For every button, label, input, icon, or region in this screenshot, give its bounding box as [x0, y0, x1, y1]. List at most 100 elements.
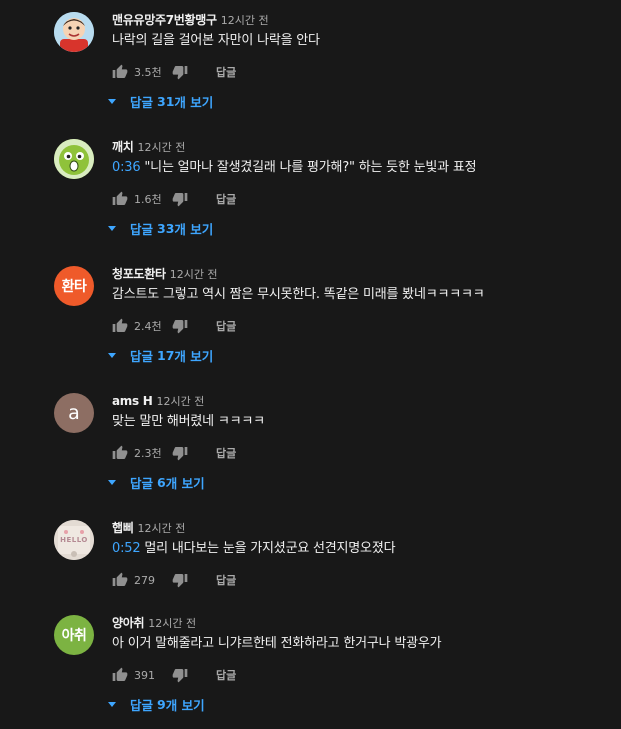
comment-body: 아 이거 말해줄라고 니갸르한테 전화하라고 한거구나 박광우가 — [112, 636, 442, 651]
comment-actions: 391 답글 — [112, 665, 236, 685]
thumbs-down-icon — [172, 447, 188, 461]
comment-text: 0:36 "니는 얼마나 잘생겼길래 나를 평가해?" 하는 듯한 눈빛과 표정 — [112, 159, 477, 177]
replies-count: 31 — [157, 93, 175, 109]
comments-section: 맨유유망주7번황맹구 12시간 전 나락의 길을 걸어본 자만이 나락을 안다 3… — [0, 0, 621, 729]
comment-text: 나락의 길을 걸어본 자만이 나락을 안다 — [112, 32, 320, 50]
comment-header: 맨유유망주7번황맹구 12시간 전 — [112, 11, 269, 27]
author-name[interactable]: 맨유유망주7번황맹구 — [112, 13, 217, 27]
thumbs-up-icon — [112, 445, 128, 459]
view-replies-button[interactable]: 답글 9 개 보기 — [108, 695, 205, 713]
thumbs-up-icon — [112, 64, 128, 78]
like-count: 391 — [134, 668, 155, 682]
like-count: 3.5천 — [134, 66, 162, 79]
replies-suffix: 개 보기 — [165, 475, 205, 491]
reply-button[interactable]: 답글 — [216, 318, 236, 334]
comment-body: 멀리 내다보는 눈을 가지셨군요 선견지명오졌다 — [144, 541, 396, 556]
comment-text: 맞는 말만 해버렸네 ㅋㅋㅋㅋ — [112, 413, 265, 431]
reply-button[interactable]: 답글 — [216, 572, 236, 588]
author-name[interactable]: 깨치 — [112, 140, 134, 154]
replies-count: 6 — [157, 474, 166, 490]
thumbs-down-icon — [172, 320, 188, 334]
avatar[interactable]: 환타 — [54, 266, 94, 306]
comment-body: 감스트도 그렇고 역시 짬은 무시못한다. 똑같은 미래를 봤네ㅋㅋㅋㅋㅋ — [112, 287, 485, 302]
caret-down-icon — [108, 226, 116, 231]
comment-body: "니는 얼마나 잘생겼길래 나를 평가해?" 하는 듯한 눈빛과 표정 — [144, 160, 477, 175]
comment-header: ams H 12시간 전 — [112, 392, 204, 408]
author-name[interactable]: ams H — [112, 394, 153, 408]
avatar-initials: 환타 — [61, 279, 87, 295]
comment-body: 맞는 말만 해버렸네 ㅋㅋㅋㅋ — [112, 414, 265, 429]
comment-body: 나락의 길을 걸어본 자만이 나락을 안다 — [112, 33, 320, 48]
avatar[interactable] — [54, 12, 94, 52]
comment-text: 0:52 멀리 내다보는 눈을 가지셨군요 선견지명오졌다 — [112, 540, 396, 558]
replies-count: 33 — [157, 220, 175, 236]
reply-button[interactable]: 답글 — [216, 667, 236, 683]
dislike-button[interactable] — [172, 572, 188, 588]
dislike-button[interactable] — [172, 64, 188, 80]
comment-header: 청포도환타 12시간 전 — [112, 265, 218, 281]
dislike-button[interactable] — [172, 191, 188, 207]
thumbs-up-icon — [112, 318, 128, 332]
like-button[interactable] — [112, 318, 128, 334]
dislike-button[interactable] — [172, 667, 188, 683]
author-name[interactable]: 양아취 — [112, 616, 145, 630]
replies-suffix: 개 보기 — [174, 348, 214, 364]
comment-actions: 3.5천 답글 — [112, 62, 236, 82]
comment-time[interactable]: 12시간 전 — [156, 395, 204, 408]
replies-prefix: 답글 — [130, 94, 154, 110]
author-name[interactable]: 청포도환타 — [112, 267, 166, 281]
like-button[interactable] — [112, 667, 128, 683]
view-replies-button[interactable]: 답글 33 개 보기 — [108, 219, 213, 237]
comment-time[interactable]: 12시간 전 — [137, 522, 185, 535]
thumbs-up-icon — [112, 667, 128, 681]
avatar-initials: a — [68, 402, 80, 424]
avatar[interactable]: a — [54, 393, 94, 433]
replies-prefix: 답글 — [130, 475, 154, 491]
thumbs-down-icon — [172, 574, 188, 588]
replies-prefix: 답글 — [130, 348, 154, 364]
view-replies-button[interactable]: 답글 17 개 보기 — [108, 346, 213, 364]
view-replies-button[interactable]: 답글 31 개 보기 — [108, 92, 213, 110]
like-count: 279 — [134, 573, 155, 587]
video-timestamp-link[interactable]: 0:52 — [112, 541, 141, 556]
video-timestamp-link[interactable]: 0:36 — [112, 160, 141, 175]
comment-text: 감스트도 그렇고 역시 짬은 무시못한다. 똑같은 미래를 봤네ㅋㅋㅋㅋㅋ — [112, 286, 485, 304]
comment-time[interactable]: 12시간 전 — [170, 268, 218, 281]
comment-text: 아 이거 말해줄라고 니갸르한테 전화하라고 한거구나 박광우가 — [112, 635, 442, 653]
comment-actions: 2.4천 답글 — [112, 316, 236, 336]
thumbs-down-icon — [172, 669, 188, 683]
caret-down-icon — [108, 702, 116, 707]
like-button[interactable] — [112, 572, 128, 588]
like-count: 2.3천 — [134, 447, 162, 460]
reply-button[interactable]: 답글 — [216, 445, 236, 461]
like-count: 2.4천 — [134, 320, 162, 333]
author-name[interactable]: 햅삐 — [112, 521, 134, 535]
like-button[interactable] — [112, 445, 128, 461]
avatar-photo-text: HELLO — [60, 536, 88, 544]
avatar[interactable] — [54, 139, 94, 179]
like-button[interactable] — [112, 191, 128, 207]
thumbs-up-icon — [112, 191, 128, 205]
dislike-button[interactable] — [172, 318, 188, 334]
like-count: 1.6천 — [134, 193, 162, 206]
comment-time[interactable]: 12시간 전 — [221, 14, 269, 27]
view-replies-button[interactable]: 답글 6 개 보기 — [108, 473, 205, 491]
comment-actions: 1.6천 답글 — [112, 189, 236, 209]
dislike-button[interactable] — [172, 445, 188, 461]
caret-down-icon — [108, 353, 116, 358]
comment-time[interactable]: 12시간 전 — [137, 141, 185, 154]
replies-count: 9 — [157, 696, 166, 712]
avatar[interactable]: 아취 — [54, 615, 94, 655]
comment-header: 깨치 12시간 전 — [112, 138, 185, 154]
thumbs-down-icon — [172, 193, 188, 207]
reply-button[interactable]: 답글 — [216, 64, 236, 80]
comment-header: 양아취 12시간 전 — [112, 614, 196, 630]
avatar-cartoon-image — [54, 12, 94, 52]
like-button[interactable] — [112, 64, 128, 80]
avatar[interactable]: HELLO — [54, 520, 94, 560]
caret-down-icon — [108, 480, 116, 485]
reply-button[interactable]: 답글 — [216, 191, 236, 207]
replies-prefix: 답글 — [130, 221, 154, 237]
replies-count: 17 — [157, 347, 175, 363]
comment-time[interactable]: 12시간 전 — [148, 617, 196, 630]
